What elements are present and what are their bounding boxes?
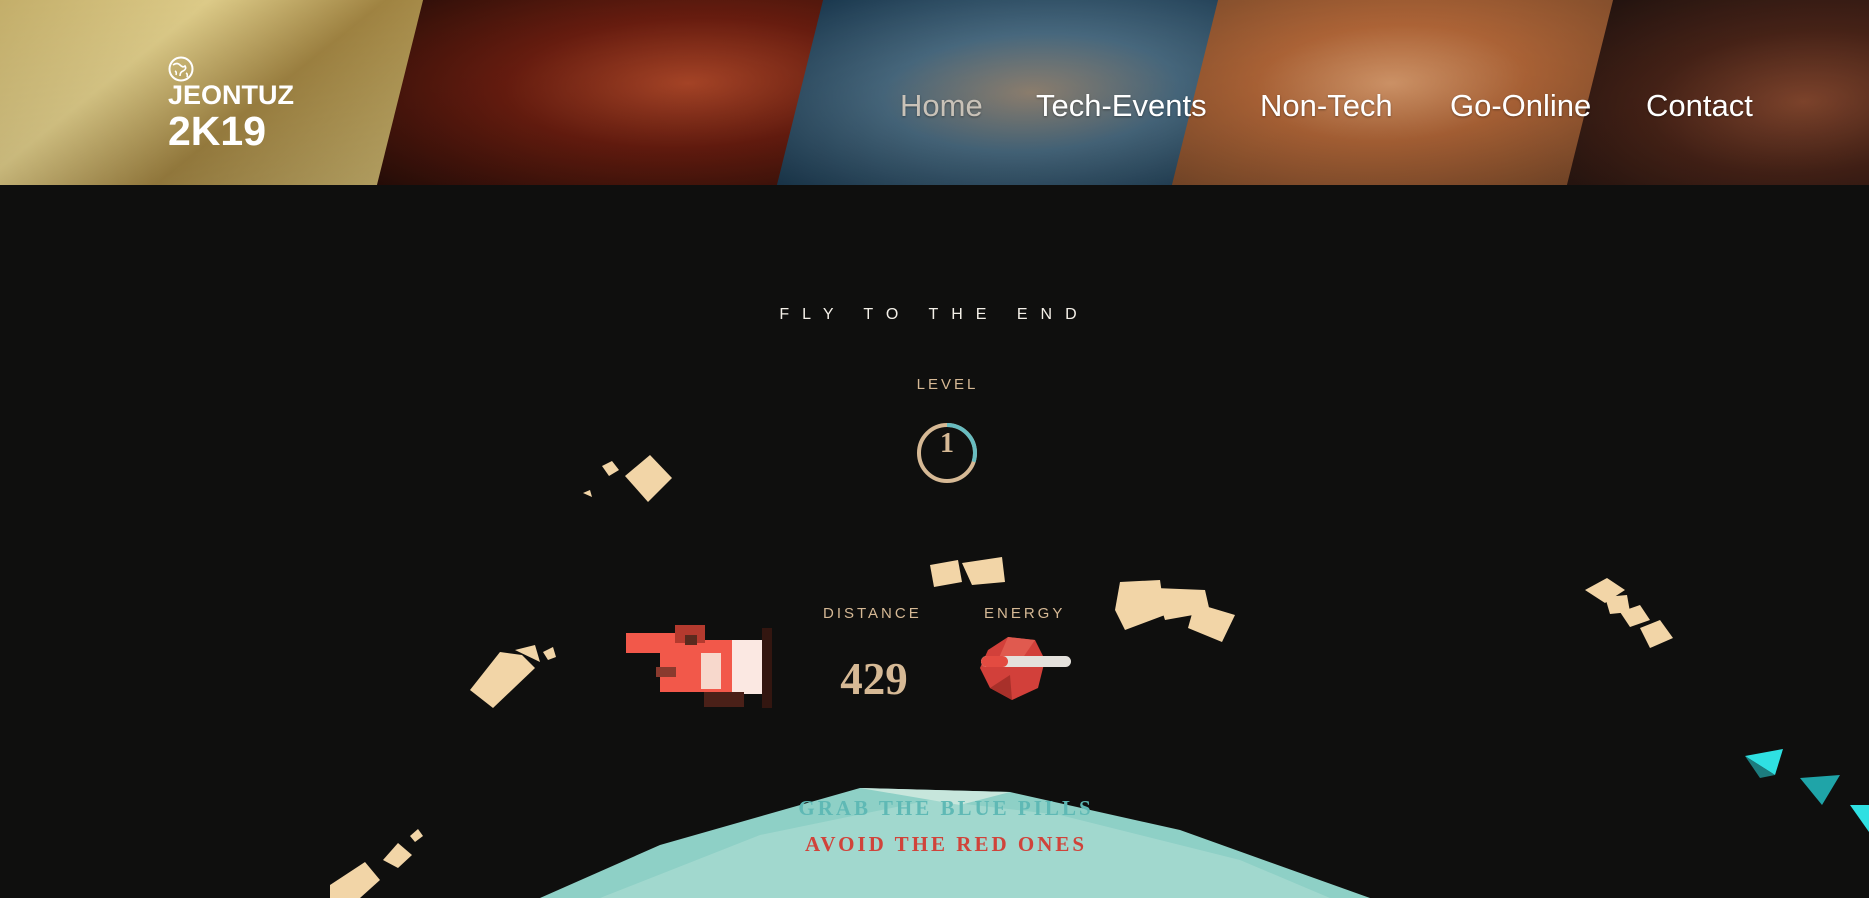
hint-blue-pills: GRAB THE BLUE PILLS bbox=[798, 796, 1094, 820]
cloud-cube bbox=[1188, 603, 1235, 642]
energy-label: ENERGY bbox=[984, 605, 1066, 622]
blue-pill bbox=[1745, 749, 1783, 775]
nav-tech-events[interactable]: Tech-Events bbox=[1036, 86, 1207, 126]
red-pill bbox=[980, 637, 1045, 700]
hint-red-pills: AVOID THE RED ONES bbox=[804, 832, 1088, 856]
globe-icon bbox=[168, 56, 194, 82]
level-label: LEVEL bbox=[916, 376, 979, 393]
cloud-cube bbox=[625, 455, 672, 502]
energy-bar bbox=[981, 656, 1071, 667]
blue-pill bbox=[1745, 756, 1775, 778]
main-nav: Home Tech-Events Non-Tech Go-Online Cont… bbox=[0, 86, 1869, 126]
cloud-cube bbox=[962, 557, 1005, 585]
cloud-cube bbox=[583, 490, 592, 497]
cloud-cube bbox=[1585, 578, 1625, 603]
game-title: FLY TO THE END bbox=[779, 306, 1090, 323]
distance-label: DISTANCE bbox=[823, 605, 922, 622]
cloud-cube bbox=[1115, 580, 1165, 630]
cloud-cube bbox=[470, 652, 535, 708]
nav-contact[interactable]: Contact bbox=[1646, 86, 1753, 126]
red-plane bbox=[626, 625, 772, 708]
cloud-cube bbox=[330, 862, 380, 898]
nav-home[interactable]: Home bbox=[900, 86, 983, 126]
cloud-cube bbox=[930, 560, 962, 587]
cloud-cube bbox=[1620, 605, 1650, 627]
distance-value: 429 bbox=[840, 654, 908, 704]
cloud-cube bbox=[515, 645, 540, 662]
cloud-cube bbox=[543, 647, 556, 660]
cloud-cube bbox=[602, 461, 619, 476]
nav-go-online[interactable]: Go-Online bbox=[1450, 86, 1591, 126]
cloud-cube bbox=[1605, 595, 1630, 614]
game-page: JEONTUZ 2K19 Home Tech-Events Non-Tech G… bbox=[0, 0, 1869, 898]
header-banner: JEONTUZ 2K19 Home Tech-Events Non-Tech G… bbox=[0, 0, 1869, 185]
energy-bar-fill bbox=[981, 656, 1008, 667]
cloud-cube bbox=[1155, 588, 1210, 620]
nav-non-tech[interactable]: Non-Tech bbox=[1260, 86, 1393, 126]
cloud-cube bbox=[1640, 620, 1673, 648]
level-number: 1 bbox=[940, 428, 954, 459]
